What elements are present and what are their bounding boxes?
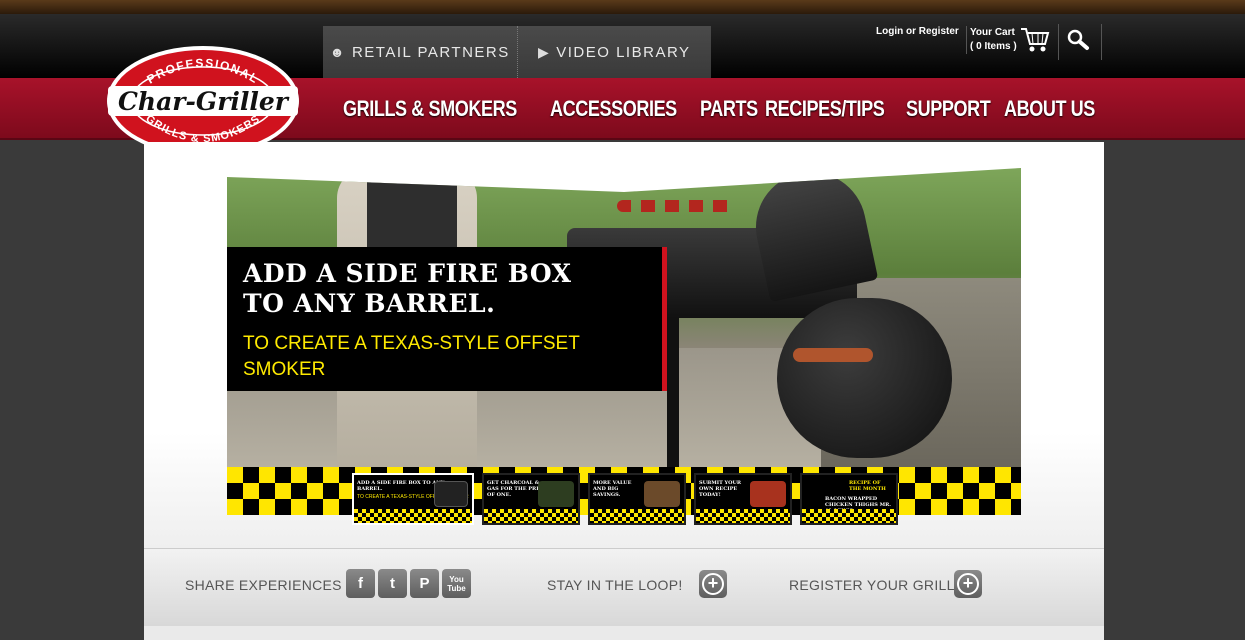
thumb-2-image [538,481,574,507]
hero-firebox-handle [793,348,873,362]
hero-headline-line1: ADD A SIDE FIRE BOX [243,259,572,288]
nav-grills-smokers[interactable]: GRILLS & SMOKERS [343,96,517,122]
slide-thumb-3[interactable]: MORE VALUE AND BIG SAVINGS. [588,473,686,525]
hero-food [617,200,737,212]
slide-thumb-5[interactable]: RECIPE OF THE MONTH BACON WRAPPED CHICKE… [800,473,898,525]
video-library-link[interactable]: ▶ VIDEO LIBRARY [516,26,712,78]
thumb-4-checker [696,509,790,523]
thumb-5-title: RECIPE OF THE MONTH [849,480,886,492]
plus-icon: + [702,573,724,595]
search-icon [1067,29,1089,50]
stay-in-loop-button[interactable]: + [699,570,727,598]
hero-subhead: TO CREATE A TEXAS-STYLE OFFSET SMOKER [243,331,646,383]
slide-thumb-1[interactable]: ADD A SIDE FIRE BOX TO ANY BARREL. TO CR… [352,473,474,525]
hero-side-firebox [777,298,952,458]
top-wood-strip [0,0,1245,14]
pinterest-icon[interactable]: P [410,569,439,598]
register-grill-button[interactable]: + [954,570,982,598]
social-links: f t P You Tube [346,569,471,598]
slide-thumbnails: ADD A SIDE FIRE BOX TO ANY BARREL. TO CR… [352,473,898,525]
users-icon: ☻ [329,44,346,60]
thumb-3-image [644,481,680,507]
hero-caption: ADD A SIDE FIRE BOX TO ANY BARREL. TO CR… [227,247,667,391]
video-library-label: VIDEO LIBRARY [556,43,691,61]
youtube-icon[interactable]: You Tube [442,569,471,598]
slide-thumb-2[interactable]: GET CHARCOAL & GAS FOR THE PRICE OF ONE. [482,473,580,525]
cart-icon[interactable] [1020,26,1050,54]
nav-about-us[interactable]: ABOUT US [1004,96,1095,122]
logo-brand-name: Char-Griller [118,87,290,116]
slide-thumb-4[interactable]: SUBMIT YOUR OWN RECIPE TODAY! [694,473,792,525]
thumb-1-image [434,481,468,507]
stay-in-loop-label: STAY IN THE LOOP! [547,577,683,593]
nav-support[interactable]: SUPPORT [906,96,991,122]
hero-headline-line2: TO ANY BARREL. [243,289,496,318]
cart-label: Your Cart [970,27,1015,38]
hero-subhead-line1: TO CREATE A TEXAS-STYLE OFFSET [243,333,580,354]
login-register-link[interactable]: Login or Register [876,26,959,37]
nav-parts[interactable]: PARTS [700,96,758,122]
thumb-5-caption: RECIPE OF THE MONTH BACON WRAPPED CHICKE… [802,475,896,514]
nav-accessories[interactable]: ACCESSORIES [550,96,677,122]
bottom-bar [144,626,1104,640]
hero-grill-lid [745,168,879,303]
hero-headline: ADD A SIDE FIRE BOX TO ANY BARREL. [243,259,646,319]
nav-recipes-tips[interactable]: RECIPES/TIPS [765,96,885,122]
retail-partners-label: RETAIL PARTNERS [351,43,510,61]
share-experiences-label: SHARE EXPERIENCES [185,577,342,593]
cart-count: ( 0 Items ) [970,41,1017,52]
register-grill-label: REGISTER YOUR GRILL [789,577,955,593]
thumb-2-checker [484,509,578,523]
thumb-1-checker [354,509,472,523]
plus-icon: + [957,573,979,595]
main-nav: GRILLS & SMOKERS ACCESSORIES PARTS RECIP… [343,96,1095,122]
utility-nav: ☻ RETAIL PARTNERS ▶ VIDEO LIBRARY [323,26,711,78]
cart-link[interactable]: Your Cart ( 0 Items ) [966,26,1017,54]
hero-grill-leg [667,318,679,468]
twitter-icon[interactable]: t [378,569,407,598]
thumb-3-checker [590,509,684,523]
thumb-4-title: SUBMIT YOUR OWN RECIPE TODAY! [699,480,741,498]
search-button[interactable] [1058,24,1102,60]
facebook-icon[interactable]: f [346,569,375,598]
thumb-5-checker [802,509,896,523]
retail-partners-link[interactable]: ☻ RETAIL PARTNERS [323,26,517,78]
thumb-3-title: MORE VALUE AND BIG SAVINGS. [593,480,632,498]
hero-subhead-line2: SMOKER [243,359,326,380]
youtube-icon: ▶ [537,43,551,60]
thumb-4-image [750,481,786,507]
char-griller-logo[interactable]: PROFESSIONAL GRILLS & SMOKERS Char-Grill… [104,44,302,158]
